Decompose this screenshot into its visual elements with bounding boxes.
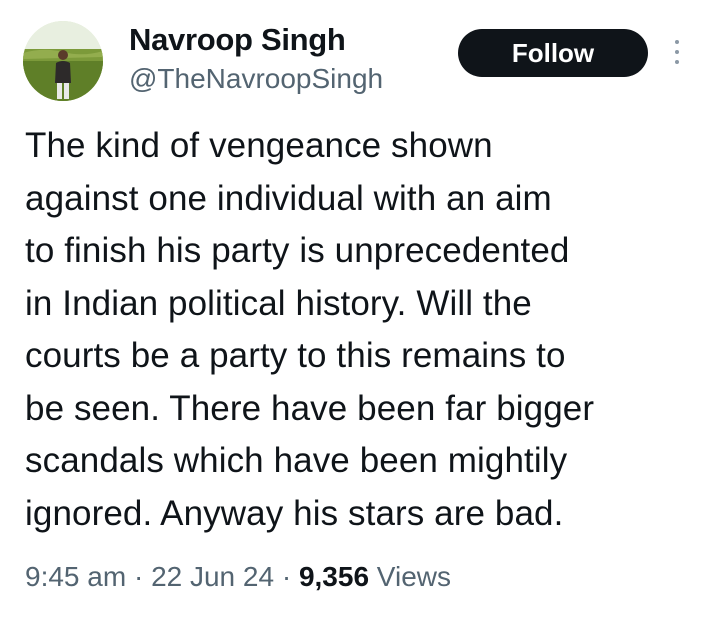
author-display-name[interactable]: Navroop Singh xyxy=(129,22,346,58)
follow-button[interactable]: Follow xyxy=(458,29,648,77)
meta-separator: · xyxy=(274,561,299,592)
tweet-date[interactable]: 22 Jun 24 xyxy=(151,561,274,592)
meta-separator: · xyxy=(126,561,152,592)
more-dot xyxy=(675,40,679,44)
tweet-text: The kind of vengeance shown against one … xyxy=(25,126,595,533)
tweet-card: Navroop Singh @TheNavroopSingh Follow Th… xyxy=(0,0,720,617)
views-count: 9,356 xyxy=(298,561,370,592)
profile-photo-icon xyxy=(23,21,103,101)
views-label: Views xyxy=(369,561,451,592)
tweet-time[interactable]: 9:45 am xyxy=(25,561,126,592)
tweet-meta: 9:45 am · 22 Jun 24 · 9,356 Views xyxy=(25,561,451,593)
author-avatar[interactable] xyxy=(23,21,103,101)
more-vertical-icon[interactable] xyxy=(670,36,684,68)
more-dot xyxy=(675,60,679,64)
author-handle[interactable]: @TheNavroopSingh xyxy=(129,63,383,95)
more-dot xyxy=(675,50,679,54)
